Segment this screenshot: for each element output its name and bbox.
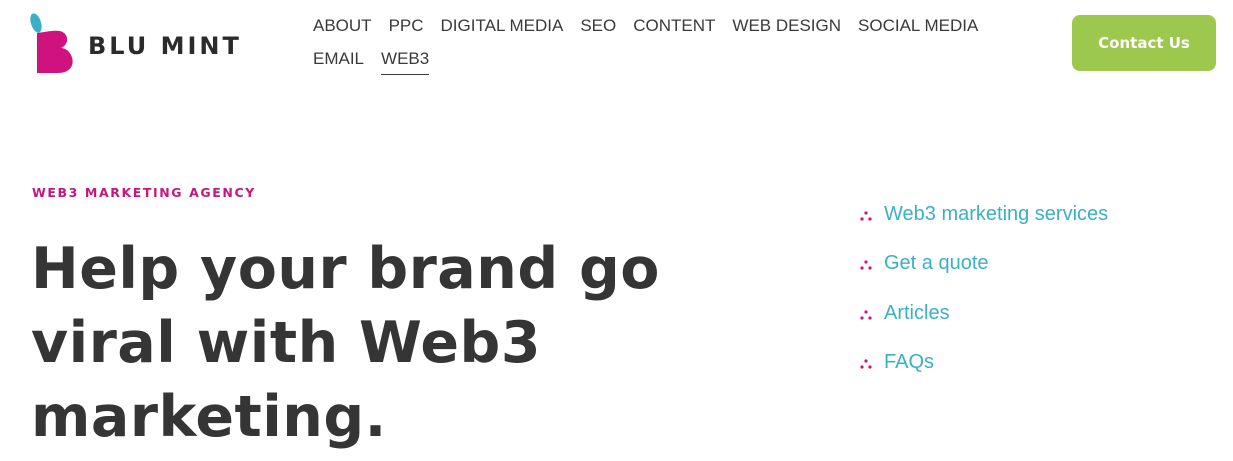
hero-title: Help your brand go viral with Web3 marke… <box>31 232 691 454</box>
nav-link-web3[interactable]: WEB3 <box>381 47 430 75</box>
nav-link-ppc[interactable]: PPC <box>389 14 424 41</box>
nav-row-secondary: EMAIL WEB3 <box>313 47 993 80</box>
three-dots-icon <box>860 309 872 320</box>
three-dots-icon <box>860 260 872 270</box>
link-faqs[interactable]: FAQs <box>884 351 934 374</box>
main-nav: ABOUT PPC DIGITAL MEDIA SEO CONTENT WEB … <box>313 14 993 80</box>
hero-title-line: viral with Web3 <box>31 310 541 376</box>
quick-link-item: FAQs <box>860 346 1108 380</box>
three-dots-icon <box>860 359 872 369</box>
quick-links-list: Web3 marketing services Get a quote Arti… <box>860 197 1108 395</box>
hero-title-line: marketing. <box>31 384 387 450</box>
logo-wordmark: BLU MINT <box>88 32 242 60</box>
quick-link-item: Web3 marketing services <box>860 197 1108 231</box>
nav-link-content[interactable]: CONTENT <box>633 14 715 41</box>
nav-link-social-media[interactable]: SOCIAL MEDIA <box>858 14 978 41</box>
nav-link-about[interactable]: ABOUT <box>313 14 372 41</box>
link-articles[interactable]: Articles <box>884 302 950 325</box>
hero-title-line: Help your brand go <box>31 236 660 302</box>
nav-row-primary: ABOUT PPC DIGITAL MEDIA SEO CONTENT WEB … <box>313 14 993 47</box>
quick-link-item: Articles <box>860 296 1108 330</box>
quick-link-item: Get a quote <box>860 247 1108 281</box>
hero-eyebrow: WEB3 MARKETING AGENCY <box>32 185 256 200</box>
nav-link-digital-media[interactable]: DIGITAL MEDIA <box>441 14 564 41</box>
logo-link[interactable]: BLU MINT <box>28 11 242 75</box>
contact-us-button[interactable]: Contact Us <box>1072 15 1216 71</box>
link-get-a-quote[interactable]: Get a quote <box>884 252 989 275</box>
link-web3-marketing-services[interactable]: Web3 marketing services <box>884 203 1108 226</box>
blu-mint-logo-icon <box>30 13 73 74</box>
nav-link-web-design[interactable]: WEB DESIGN <box>732 14 841 41</box>
nav-link-email[interactable]: EMAIL <box>313 47 364 74</box>
nav-link-seo[interactable]: SEO <box>580 14 616 41</box>
three-dots-icon <box>860 210 872 221</box>
